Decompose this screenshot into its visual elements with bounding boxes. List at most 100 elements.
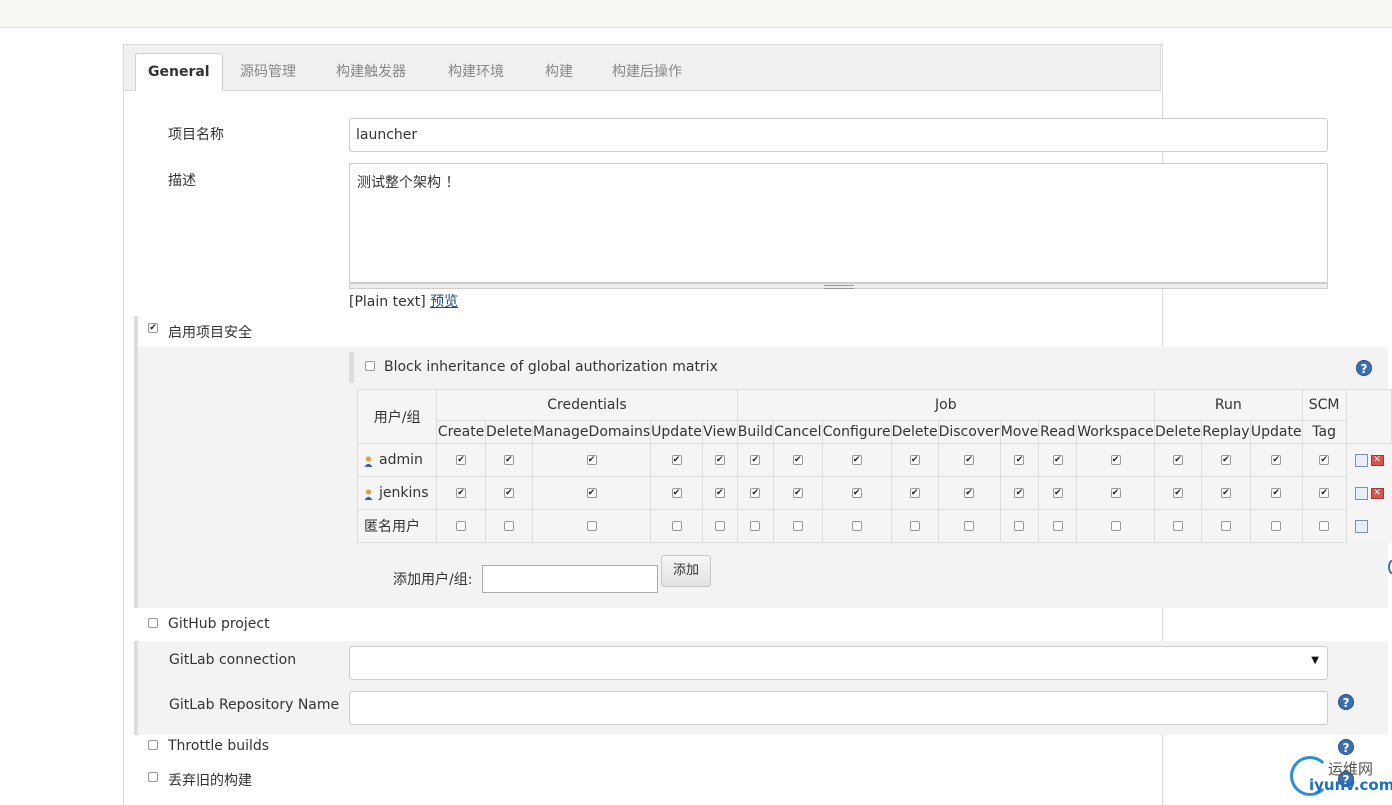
tab-general[interactable]: General (135, 53, 223, 91)
permission-checkbox[interactable] (1110, 488, 1121, 498)
permission-checkbox[interactable] (714, 455, 725, 465)
preview-link[interactable]: 预览 (430, 294, 458, 310)
row-actions: ✕ (1346, 477, 1391, 510)
permission-cell (701, 509, 738, 543)
permission-checkbox[interactable] (1220, 521, 1231, 531)
permission-checkbox[interactable] (1271, 521, 1282, 531)
permission-cell (1038, 443, 1078, 477)
grip-icon (824, 285, 854, 289)
block-inheritance-checkbox[interactable] (365, 361, 375, 371)
permission-checkbox[interactable] (1319, 521, 1330, 531)
permission-checkbox[interactable] (909, 488, 920, 498)
permission-checkbox[interactable] (750, 488, 761, 498)
row-actions (1346, 510, 1391, 543)
permission-checkbox[interactable] (1052, 488, 1063, 498)
permission-checkbox[interactable] (1271, 488, 1282, 498)
permission-checkbox[interactable] (964, 455, 975, 465)
permission-checkbox[interactable] (1319, 455, 1330, 465)
help-icon-partial[interactable] (1388, 560, 1392, 574)
tab-source-code-management[interactable]: 源码管理 (228, 53, 308, 91)
help-icon[interactable]: ? (1356, 360, 1372, 376)
permission-checkbox[interactable] (1172, 521, 1183, 531)
toggle-all-icon[interactable] (1354, 453, 1368, 467)
throttle-builds-checkbox[interactable] (148, 740, 158, 750)
plain-text-label: [Plain text] (349, 294, 426, 310)
permission-checkbox[interactable] (750, 455, 761, 465)
project-name-label: 项目名称 (168, 127, 224, 143)
permission-checkbox[interactable] (1110, 455, 1121, 465)
user-group-header: 用户/组 (356, 389, 438, 444)
permission-checkbox[interactable] (586, 455, 597, 465)
textarea-resize-bar[interactable] (349, 283, 1328, 289)
permission-checkbox[interactable] (1052, 521, 1063, 531)
permission-checkbox[interactable] (671, 488, 682, 498)
permission-checkbox[interactable] (792, 455, 803, 465)
permission-checkbox[interactable] (456, 455, 467, 465)
permission-checkbox[interactable] (671, 455, 682, 465)
permission-checkbox[interactable] (503, 488, 514, 498)
permission-checkbox[interactable] (792, 521, 803, 531)
permission-checkbox[interactable] (1271, 455, 1282, 465)
permission-checkbox[interactable] (1014, 521, 1025, 531)
tab-post-build-actions[interactable]: 构建后操作 (600, 53, 694, 91)
permission-checkbox[interactable] (792, 488, 803, 498)
permission-checkbox[interactable] (456, 488, 467, 498)
permission-checkbox[interactable] (671, 521, 682, 531)
permission-header: Workspace (1076, 420, 1155, 444)
permission-checkbox[interactable] (1319, 488, 1330, 498)
tab-build-environment[interactable]: 构建环境 (436, 53, 516, 91)
toggle-all-icon[interactable] (1354, 519, 1368, 533)
permission-checkbox[interactable] (586, 521, 597, 531)
permission-header: Tag (1301, 420, 1347, 444)
permission-checkbox[interactable] (750, 521, 761, 531)
permission-checkbox[interactable] (714, 521, 725, 531)
discard-old-builds-checkbox[interactable] (148, 772, 158, 782)
permission-cell (890, 509, 939, 543)
permission-checkbox[interactable] (503, 455, 514, 465)
permission-checkbox[interactable] (1220, 455, 1231, 465)
permission-checkbox[interactable] (851, 488, 862, 498)
permission-checkbox[interactable] (586, 488, 597, 498)
permission-checkbox[interactable] (1014, 455, 1025, 465)
github-project-checkbox[interactable] (148, 618, 158, 628)
tab-build[interactable]: 构建 (533, 53, 585, 91)
permission-checkbox[interactable] (851, 455, 862, 465)
permission-cell (531, 476, 652, 510)
permission-header: Update (1249, 420, 1303, 444)
add-user-button[interactable]: 添加 (661, 555, 711, 587)
project-name-input[interactable]: launcher (349, 118, 1328, 152)
enable-security-checkbox[interactable] (148, 323, 158, 333)
permission-checkbox[interactable] (1110, 521, 1121, 531)
permission-cell (999, 509, 1040, 543)
permission-checkbox[interactable] (456, 521, 467, 531)
permission-checkbox[interactable] (1172, 488, 1183, 498)
help-icon[interactable]: ? (1338, 739, 1354, 755)
help-icon[interactable]: ? (1338, 694, 1354, 710)
permission-cell (1249, 476, 1303, 510)
gitlab-connection-select[interactable]: ▼ (349, 646, 1328, 680)
dropdown-arrow-icon: ▼ (1311, 655, 1319, 666)
delete-icon[interactable]: ✕ (1370, 487, 1384, 499)
permission-cell (1153, 476, 1202, 510)
permission-checkbox[interactable] (964, 488, 975, 498)
add-user-input[interactable] (482, 565, 658, 593)
toggle-all-icon[interactable] (1354, 486, 1368, 500)
delete-icon[interactable]: ✕ (1370, 454, 1384, 466)
permission-group-header: SCM (1301, 389, 1347, 421)
permission-checkbox[interactable] (1052, 455, 1063, 465)
permission-checkbox[interactable] (1014, 488, 1025, 498)
permission-cell (821, 443, 892, 477)
permission-checkbox[interactable] (851, 521, 862, 531)
permission-checkbox[interactable] (503, 521, 514, 531)
permission-checkbox[interactable] (1172, 455, 1183, 465)
permission-checkbox[interactable] (909, 521, 920, 531)
gitlab-repo-input[interactable] (349, 691, 1328, 725)
permission-checkbox[interactable] (909, 455, 920, 465)
matrix-row-name: jenkins (356, 476, 438, 510)
description-textarea[interactable]: 测试整个架构 ！ (349, 163, 1328, 283)
permission-checkbox[interactable] (714, 488, 725, 498)
tab-build-triggers[interactable]: 构建触发器 (324, 53, 418, 91)
permission-checkbox[interactable] (1220, 488, 1231, 498)
permission-cell (701, 476, 738, 510)
permission-checkbox[interactable] (964, 521, 975, 531)
